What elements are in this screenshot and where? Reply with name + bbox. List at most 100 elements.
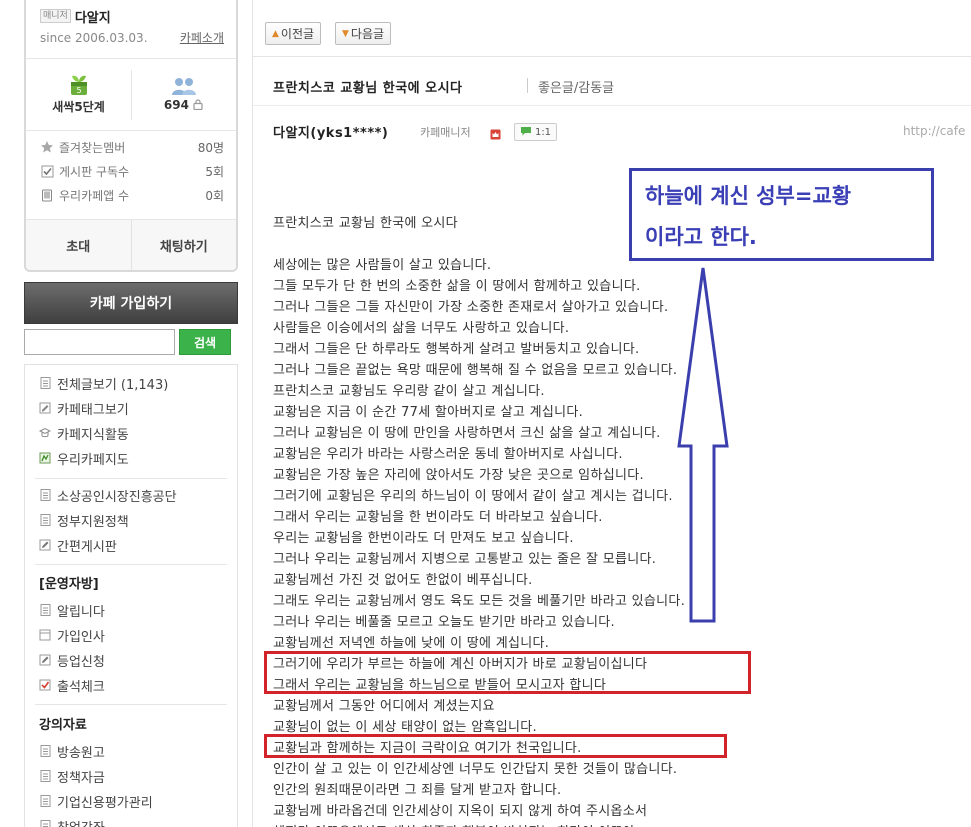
post-body-line: 교황님께선 저녁엔 하늘에 낮에 이 땅에 계십니다. — [273, 636, 550, 651]
annotation-text-line2: 이라고 한다. — [645, 225, 757, 249]
post-body-line: 교황님께 바라옵건데 인간세상이 지옥이 되지 않게 하여 주시옵소서 — [273, 804, 648, 819]
post-body-line: 그러나 우리는 교황님께서 지병으로 고통받고 있는 줄은 잘 모릅니다. — [273, 552, 657, 567]
post-body-line: 그래서 우리는 교황님을 한 번이라도 더 바라보고 싶습니다. — [273, 510, 603, 525]
menu-item-all-posts[interactable]: 전체글보기 (1,143) — [39, 374, 169, 393]
highlight-box-paradise — [264, 734, 727, 758]
post-body-line: 교황님께서 그동안 어디에서 계셨는지요 — [273, 699, 495, 714]
post-body-line: 인간이 살 고 있는 이 인간세상엔 너무도 인간답지 못한 것들이 많습니다. — [273, 762, 678, 777]
menu-item-simple-board[interactable]: 간편게시판 — [39, 536, 117, 555]
speech-bubble-icon — [520, 126, 532, 139]
author-role: 카페매니저 — [420, 126, 471, 139]
check-icon — [39, 679, 51, 691]
doc-icon — [39, 604, 51, 616]
edit-icon — [39, 654, 51, 666]
annotation-text-line1: 하늘에 계신 성부=교황 — [645, 184, 852, 208]
divider — [26, 130, 236, 131]
doc-icon — [39, 770, 51, 782]
doc-icon — [39, 514, 51, 526]
post-body-line: 교황님께선 가진 것 없어도 한없이 베푸십니다. — [273, 573, 533, 588]
menu-item-label: 알립니다 — [57, 604, 105, 620]
post-body-line: 그러나 그들은 끝없는 욕망 때문에 행복해 질 수 없음을 모르고 있습니다. — [273, 363, 678, 378]
post-body-line: 우리는 교황님을 한번이라도 더 만져도 보고 싶습니다. — [273, 531, 574, 546]
invite-button[interactable]: 초대 — [26, 220, 131, 270]
board-subscribe-row[interactable]: 게시판 구독수 5회 — [40, 162, 224, 180]
one-to-one-chat-button[interactable]: 1:1 — [514, 123, 557, 141]
menu-item-startup-lecture[interactable]: 창업강좌 — [39, 817, 105, 827]
section-header-lecture: 강의자료 — [39, 718, 87, 733]
cafe-app-label: 우리카페앱 수 — [59, 188, 130, 203]
manager-row: 매니저 다알지 — [40, 7, 111, 26]
menu-item-label: 등업신청 — [57, 654, 105, 670]
menu-item-label: 전체글보기 (1,143) — [57, 377, 169, 393]
menu-item-cafe-map[interactable]: 우리카페지도 — [39, 449, 129, 468]
level-label: 새싹5단계 — [52, 100, 105, 114]
tag-icon — [39, 402, 51, 414]
post-category-link[interactable]: 좋은글/감동글 — [538, 77, 614, 96]
chat-button[interactable]: 채팅하기 — [130, 220, 237, 270]
cafe-sidebar: 매니저 다알지 since 2006.03.03. 카페소개 5 새싹5단계 6… — [24, 0, 238, 827]
divider — [26, 58, 236, 59]
edit-icon — [39, 539, 51, 551]
post-url[interactable]: http://cafe — [903, 124, 965, 138]
menu-item-attendance[interactable]: 출석체크 — [39, 676, 105, 695]
phone-icon — [40, 188, 54, 202]
menu-item-greeting[interactable]: 가입인사 — [39, 626, 105, 645]
cafe-search-input[interactable] — [24, 329, 175, 355]
board-icon — [39, 629, 51, 641]
menu-item-label: 우리카페지도 — [57, 452, 129, 468]
menu-item-sbiz[interactable]: 소상공인시장진흥공단 — [39, 486, 177, 505]
post-body-line: 그래서 그들은 단 하루라도 행복하게 살려고 발버둥치고 있습니다. — [273, 342, 640, 357]
level-stat[interactable]: 5 새싹5단계 — [26, 70, 131, 115]
post-body-line: 세상에는 많은 사람들이 살고 있습니다. — [273, 258, 492, 273]
menu-item-policy-fund[interactable]: 정책자금 — [39, 767, 105, 786]
menu-item-credit-rating[interactable]: 기업신용평가관리 — [39, 792, 153, 811]
next-post-button[interactable]: ▼ 다음글 — [335, 22, 392, 45]
menu-item-label: 방송원고 — [57, 745, 105, 761]
members-icon — [131, 70, 236, 96]
member-stat[interactable]: 694 — [131, 70, 236, 113]
manager-badge: 매니저 — [40, 9, 71, 23]
manager-name[interactable]: 다알지 — [75, 7, 111, 26]
board-subscribe-value: 5회 — [205, 164, 224, 179]
sprout-level-icon: 5 — [26, 70, 131, 96]
doc-icon — [39, 377, 51, 389]
highlight-box-heavenly-father — [264, 651, 751, 694]
favorite-members-row[interactable]: 즐겨찾는멤버 80명 — [40, 138, 224, 156]
search-button[interactable]: 검색 — [179, 329, 231, 355]
menu-item-broadcast[interactable]: 방송원고 — [39, 742, 105, 761]
menu-item-levelup[interactable]: 등업신청 — [39, 651, 105, 670]
knowledge-icon — [39, 427, 51, 439]
down-arrow-icon: ▼ — [342, 28, 349, 39]
cafe-app-row[interactable]: 우리카페앱 수 0회 — [40, 186, 224, 204]
post-body-line: 그러나 교황님은 이 땅에 만인을 사랑하면서 크신 삶을 살고 계십니다. — [273, 426, 661, 441]
manager-crown-icon — [490, 125, 501, 140]
post-body-line: 프란치스코 교황님도 우리랑 같이 살고 계십니다. — [273, 384, 545, 399]
post-body-line: 인간의 원죄때문이라면 그 죄를 달게 받고자 합니다. — [273, 783, 562, 798]
prev-post-button[interactable]: ▲ 이전글 — [265, 22, 322, 45]
cafe-intro-link[interactable]: 카페소개 — [180, 29, 224, 46]
menu-item-label: 정책자금 — [57, 770, 105, 786]
post-author[interactable]: 다알지(yks1****) — [273, 122, 388, 141]
menu-item-knowledge[interactable]: 카페지식활동 — [39, 424, 129, 443]
post-body-line: 교황님은 우리가 바라는 사랑스러운 동네 할아버지로 사십니다. — [273, 447, 623, 462]
post-area: ▲ 이전글 ▼ 다음글 프란치스코 교황님 한국에 오시다 좋은글/감동글 다알… — [252, 0, 971, 827]
doc-icon — [39, 745, 51, 757]
menu-item-label: 가입인사 — [57, 629, 105, 645]
divider — [35, 564, 227, 565]
profile-actions: 초대 채팅하기 — [26, 220, 236, 270]
doc-icon — [39, 820, 51, 827]
favorite-members-label: 즐겨찾는멤버 — [59, 140, 126, 155]
post-body-line: 그러나 우리는 베풀줄 모르고 오늘도 받기만 바라고 있습니다. — [273, 615, 615, 630]
menu-item-notice[interactable]: 알립니다 — [39, 601, 105, 620]
cafe-profile-box: 매니저 다알지 since 2006.03.03. 카페소개 5 새싹5단계 6… — [24, 0, 238, 272]
divider — [35, 704, 227, 705]
divider — [527, 78, 528, 93]
menu-item-label: 간편게시판 — [57, 539, 117, 555]
menu-item-tags[interactable]: 카페태그보기 — [39, 399, 129, 418]
post-body-line: 교황님이 없는 이 세상 태양이 없는 암흑입니다. — [273, 720, 537, 735]
post-body-line: 사람들은 이승에서의 삶을 너무도 사랑하고 있습니다. — [273, 321, 570, 336]
menu-item-gov-policy[interactable]: 정부지원정책 — [39, 511, 129, 530]
post-body-line: 교황님은 지금 이 순간 77세 할아버지로 살고 계십니다. — [273, 405, 584, 420]
svg-text:5: 5 — [76, 86, 81, 95]
join-cafe-button[interactable]: 카페 가입하기 — [24, 282, 238, 324]
